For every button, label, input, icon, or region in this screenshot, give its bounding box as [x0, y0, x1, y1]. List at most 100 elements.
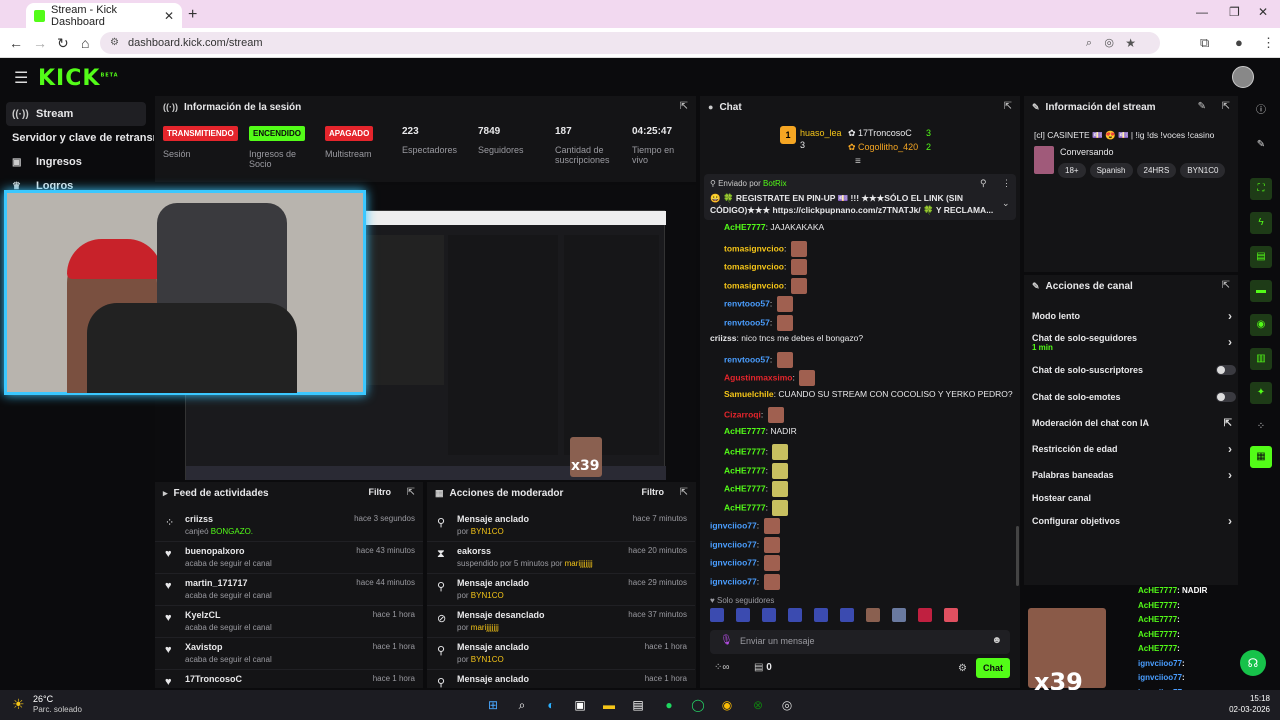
chat-username[interactable]: tomasignvcioo — [724, 280, 784, 290]
weather-desc[interactable]: Parc. soleado — [33, 705, 82, 714]
chat-scrollbar[interactable] — [1016, 526, 1019, 586]
banned-words-row[interactable]: Palabras baneadas › — [1032, 468, 1232, 482]
xbox-icon[interactable]: ⊗ — [749, 696, 767, 714]
chat-username[interactable]: renvtooo57 — [724, 354, 770, 364]
popout-icon[interactable]: ⇱ — [407, 487, 415, 498]
chat-username[interactable]: AcHE7777 — [724, 446, 766, 456]
spotify-icon[interactable]: ● — [660, 696, 678, 714]
browser-tab[interactable]: Stream - Kick Dashboard ✕ — [26, 3, 182, 28]
edit-icon[interactable]: ✎ — [1198, 101, 1206, 112]
list-item[interactable]: ♥ martin_171717 acaba de seguir el canal ha… — [155, 574, 423, 606]
chat-username[interactable]: ignvciioo77 — [710, 520, 757, 530]
list-item[interactable]: ⧗ eakorss suspendido por 5 minutos por mar… — [427, 542, 695, 574]
subs-only-toggle[interactable] — [1216, 365, 1236, 375]
emote-icon[interactable] — [788, 608, 802, 622]
zoom-icon[interactable]: ⌕ — [1086, 32, 1092, 54]
chat-username[interactable]: renvtooo57 — [724, 298, 770, 308]
list-item[interactable]: ⚲ Mensaje anclado por BYN1CO hace 7 minutos — [427, 510, 695, 542]
menu-dots-icon[interactable]: ⋮ — [1262, 35, 1275, 51]
subs-only-row[interactable]: Chat de solo-suscriptores — [1032, 365, 1236, 375]
kick-logo[interactable]: KICKBETA — [38, 66, 119, 91]
followers-only-row[interactable]: Chat de solo-seguidores 1 min › — [1032, 333, 1232, 352]
bookmark-star-icon[interactable]: ★ — [1125, 32, 1136, 54]
back-icon[interactable]: ← — [9, 35, 23, 51]
list-item[interactable]: ⚲ Mensaje anclado por BYN1CO hace 29 minuto… — [427, 574, 695, 606]
profile-icon[interactable]: ● — [1235, 35, 1243, 50]
chat-username[interactable]: AcHE7777 — [724, 465, 766, 475]
weather-temp[interactable]: 26°C — [33, 694, 53, 704]
list-item[interactable]: ⁘ criizss canjeó BONGAZO. hace 3 segundos — [155, 510, 423, 542]
emote-icon[interactable] — [762, 608, 776, 622]
mod-icon[interactable]: ▥ — [1250, 348, 1272, 370]
add-widget-icon[interactable]: ▦ — [1250, 446, 1272, 468]
reload-icon[interactable]: ↻ — [57, 35, 69, 52]
chat-username[interactable]: ignvciioo77 — [710, 539, 757, 549]
chat-username[interactable]: tomasignvcioo — [724, 243, 784, 253]
emote-icon[interactable] — [814, 608, 828, 622]
broadcast-icon[interactable]: ◉ — [1250, 314, 1272, 336]
chat-message[interactable]: criizss: nico tncs me debes el bongazo? — [710, 333, 863, 343]
clock-date[interactable]: 02-03-2026 — [1222, 705, 1270, 714]
chat-message[interactable]: AcHE7777: — [724, 499, 789, 516]
app-icon[interactable]: ▤ — [629, 696, 647, 714]
send-chat-button[interactable]: Chat — [976, 658, 1010, 678]
popout-icon[interactable]: ⇱ — [680, 487, 688, 498]
chrome-icon[interactable]: ◉ — [718, 696, 736, 714]
emote-icon[interactable] — [918, 608, 932, 622]
chat-username[interactable]: ignvciioo77 — [710, 576, 757, 586]
list-item[interactable]: ⚲ Mensaje anclado por BYN1CO hace 1 hora — [427, 638, 695, 670]
emote-icon[interactable] — [736, 608, 750, 622]
chat-message[interactable]: AcHE7777: JAJAKAKAKA — [724, 222, 824, 232]
window-close-icon[interactable]: ✕ — [1258, 5, 1268, 19]
windows-start-icon[interactable]: ⊞ — [484, 696, 502, 714]
filter-button[interactable]: Filtro — [369, 487, 392, 497]
info-icon[interactable]: ⓘ — [1250, 100, 1272, 122]
chat-message[interactable]: AcHE7777: NADIR — [724, 426, 797, 436]
expand-gifters-icon[interactable]: ≡ — [855, 156, 861, 167]
pinned-menu-icon[interactable]: ⋮ — [1002, 178, 1011, 189]
list-item[interactable]: ⚲ Mensaje anclado hace 1 hora — [427, 670, 695, 688]
microphone-icon[interactable]: 🎙 — [720, 635, 733, 646]
list-item[interactable]: ♥ buenopalxoro acaba de seguir el canal hac… — [155, 542, 423, 574]
users-icon[interactable]: ⁘ — [1250, 416, 1272, 438]
list-item[interactable]: ♥ KyelzCL acaba de seguir el canal hace 1 h… — [155, 606, 423, 638]
chat-icon[interactable]: ▬ — [1250, 280, 1272, 302]
chat-message[interactable]: tomasignvcioo: — [724, 240, 807, 257]
list-item[interactable]: ♥ 17TroncosoC hace 1 hora — [155, 670, 423, 688]
tab-close-icon[interactable]: ✕ — [164, 9, 174, 23]
emote-icon[interactable] — [892, 608, 906, 622]
tag[interactable]: 18+ — [1058, 163, 1086, 178]
ai-moderation-row[interactable]: Moderación del chat con IA ⇱ — [1032, 418, 1232, 429]
popout-icon[interactable]: ⇱ — [1222, 101, 1230, 112]
goals-row[interactable]: Configurar objetivos › — [1032, 514, 1232, 528]
unpin-icon[interactable]: ⚲ — [980, 178, 987, 189]
chat-message[interactable]: AcHE7777: — [724, 462, 789, 479]
chat-username[interactable]: renvtooo57 — [724, 317, 770, 327]
chat-message[interactable]: renvtooo57: — [724, 314, 793, 331]
hamburger-menu-icon[interactable]: ☰ — [14, 68, 28, 88]
popout-icon[interactable]: ⇱ — [1004, 101, 1012, 112]
chat-message[interactable]: renvtooo57: — [724, 351, 793, 368]
obs-icon[interactable]: ◎ — [778, 696, 796, 714]
list-item[interactable]: ⊘ Mensaje desanclado por marijjjjjjj hace 3… — [427, 606, 695, 638]
top-gifter-name[interactable]: huaso_lea — [800, 128, 842, 138]
chat-input-field[interactable]: 🎙 Enviar un mensaje ☻ — [710, 630, 1010, 654]
age-restriction-row[interactable]: Restricción de edad › — [1032, 442, 1232, 456]
chat-settings-icon[interactable]: ⚙ — [958, 663, 967, 674]
whatsapp-icon[interactable]: ◯ — [689, 696, 707, 714]
extensions-icon[interactable]: ⧉ — [1200, 35, 1209, 51]
tag[interactable]: Spanish — [1089, 163, 1133, 178]
headset-support-icon[interactable]: ☊ — [1240, 650, 1266, 676]
popout-icon[interactable]: ⇱ — [680, 101, 688, 112]
chat-users-icon[interactable]: ⁘∞ — [714, 662, 730, 673]
chat-message[interactable]: AcHE7777: — [724, 481, 789, 497]
sidebar-item-server-key[interactable]: Servidor y clave de retransmisión — [6, 126, 154, 150]
chat-message[interactable]: tomasignvcioo: — [724, 259, 807, 275]
popout-icon[interactable]: ⇱ — [1222, 280, 1230, 291]
chat-message[interactable]: Cizarroqi: — [724, 407, 784, 423]
chat-username[interactable]: AcHE7777 — [724, 222, 766, 232]
chat-message[interactable]: AcHE7777: — [724, 444, 789, 460]
user-avatar[interactable] — [1232, 66, 1254, 88]
sidebar-item-stream[interactable]: ((·)) Stream — [6, 102, 146, 126]
chat-username[interactable]: Samuelchile — [724, 389, 774, 399]
